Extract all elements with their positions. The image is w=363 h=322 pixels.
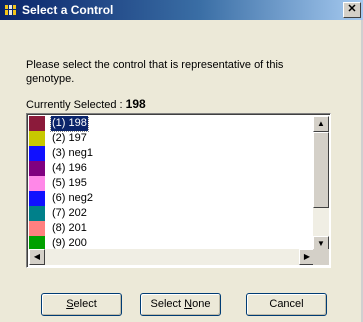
color-swatch	[29, 161, 45, 176]
list-item-label: (2) 197	[52, 132, 87, 144]
list-item[interactable]: (5) 195	[29, 176, 315, 191]
select-control-dialog: Select a Control ✕ Please select the con…	[0, 0, 363, 322]
color-swatch	[29, 206, 45, 221]
close-button[interactable]: ✕	[343, 2, 361, 18]
control-listbox[interactable]: (1) 198 (2) 197 (3) neg1 (4) 196 (5) 195 (6) …	[26, 113, 331, 268]
color-swatch	[29, 176, 45, 191]
list-item[interactable]: (7) 202	[29, 206, 315, 221]
list-item[interactable]: (8) 201	[29, 221, 315, 236]
control-list: (1) 198 (2) 197 (3) neg1 (4) 196 (5) 195 (6) …	[29, 116, 315, 252]
horizontal-scrollbar[interactable]: ◀ ▶	[29, 249, 315, 265]
scroll-left-icon[interactable]: ◀	[29, 249, 45, 265]
color-swatch	[29, 131, 45, 146]
select-none-label-pre: Select	[150, 298, 185, 310]
currently-selected-label: Currently Selected :	[26, 99, 123, 111]
list-item-label: (1) 198	[50, 116, 89, 132]
select-none-mnemonic: N	[184, 298, 193, 310]
color-swatch	[29, 191, 45, 206]
instruction-text: Please select the control that is repres…	[26, 59, 284, 85]
list-item[interactable]: (2) 197	[29, 131, 315, 146]
window-title: Select a Control	[22, 3, 114, 17]
list-item[interactable]: (1) 198	[29, 116, 315, 132]
grid-app-icon	[5, 5, 16, 15]
select-mnemonic: S	[66, 298, 74, 310]
color-swatch	[29, 146, 45, 161]
currently-selected-value: 198	[125, 97, 146, 111]
color-swatch	[29, 221, 45, 236]
list-item-label: (3) neg1	[52, 147, 93, 159]
title-bar[interactable]: Select a Control ✕	[0, 0, 363, 20]
list-item-label: (7) 202	[52, 207, 87, 219]
select-button[interactable]: Select	[41, 293, 122, 316]
cancel-button[interactable]: Cancel	[246, 293, 327, 316]
list-item-label: (5) 195	[52, 177, 87, 189]
scroll-up-icon[interactable]: ▲	[313, 116, 329, 132]
select-label-rest: elect	[73, 298, 97, 310]
scroll-thumb[interactable]	[313, 132, 329, 208]
select-none-label-rest: one	[192, 298, 211, 310]
vertical-scrollbar[interactable]: ▲ ▼	[313, 116, 329, 252]
list-item-label: (6) neg2	[52, 192, 93, 204]
list-item[interactable]: (3) neg1	[29, 146, 315, 161]
currently-selected: Currently Selected : 198	[26, 97, 146, 111]
list-item[interactable]: (6) neg2	[29, 191, 315, 206]
scrollbar-corner	[313, 249, 329, 265]
list-item-label: (8) 201	[52, 222, 87, 234]
list-item[interactable]: (4) 196	[29, 161, 315, 176]
select-none-button[interactable]: Select None	[140, 293, 221, 316]
color-swatch	[29, 116, 45, 131]
list-item-label: (4) 196	[52, 162, 87, 174]
